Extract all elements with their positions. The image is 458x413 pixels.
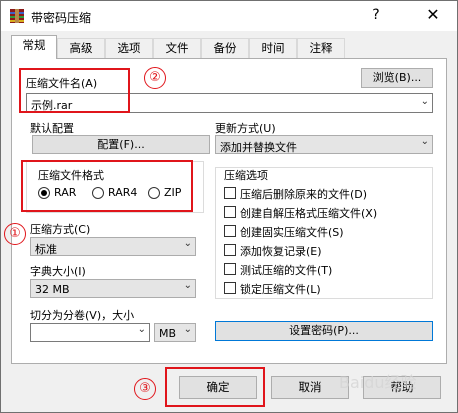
update-mode-value: 添加并替换文件 [220, 141, 297, 154]
cancel-button[interactable]: 取消 [271, 376, 349, 399]
method-value: 标准 [35, 243, 57, 256]
delete-after-checkbox[interactable] [224, 187, 236, 199]
chevron-down-icon[interactable]: ⌄ [421, 136, 429, 147]
annotation-marker-two: ② [144, 67, 166, 89]
set-password-button[interactable]: 设置密码(P)... [215, 321, 433, 341]
browse-button[interactable]: 浏览(B)... [361, 68, 433, 88]
split-unit-value: MB [159, 327, 177, 340]
tab-backup[interactable]: 备份 [201, 38, 249, 58]
split-size-input[interactable]: ⌄ [30, 323, 150, 342]
profiles-button[interactable]: 配置(F)... [32, 135, 210, 154]
tab-comment[interactable]: 注释 [297, 38, 345, 58]
sfx-label: 创建自解压格式压缩文件(X) [240, 207, 378, 220]
split-unit-select[interactable]: MB ⌄ [154, 323, 196, 342]
dict-value: 32 MB [35, 283, 70, 296]
lock-checkbox[interactable] [224, 282, 236, 294]
winrar-app-icon [10, 9, 24, 23]
chevron-down-icon[interactable]: ⌄ [421, 96, 429, 107]
tab-options[interactable]: 选项 [105, 38, 153, 58]
annotation-box-format [21, 160, 193, 212]
dict-label: 字典大小(I) [30, 265, 86, 278]
split-label: 切分为分卷(V)，大小 [30, 309, 135, 322]
tab-time[interactable]: 时间 [249, 38, 297, 58]
annotation-marker-three: ③ [134, 378, 156, 400]
window-title: 带密码压缩 [31, 11, 92, 25]
tab-files[interactable]: 文件 [153, 38, 201, 58]
tab-advanced[interactable]: 高级 [57, 38, 105, 58]
watermark: Baidu经验 [339, 373, 417, 392]
options-label: 压缩选项 [224, 169, 268, 182]
title-bar: 带密码压缩 ? ✕ [1, 1, 457, 31]
dict-select[interactable]: 32 MB ⌄ [30, 279, 196, 298]
method-select[interactable]: 标准 ⌄ [30, 237, 196, 256]
dialog-window: 带密码压缩 ? ✕ 常规 高级 选项 文件 备份 时间 注释 压缩文件名(A) … [0, 0, 458, 413]
delete-after-label: 压缩后删除原来的文件(D) [240, 188, 368, 201]
update-mode-select[interactable]: 添加并替换文件 ⌄ [215, 135, 433, 154]
test-checkbox[interactable] [224, 263, 236, 275]
method-label: 压缩方式(C) [30, 223, 91, 236]
lock-label: 锁定压缩文件(L) [240, 283, 321, 296]
close-icon[interactable]: ✕ [421, 5, 445, 25]
test-label: 测试压缩的文件(T) [240, 264, 333, 277]
tab-general[interactable]: 常规 [11, 35, 57, 59]
solid-checkbox[interactable] [224, 225, 236, 237]
profile-label: 默认配置 [30, 122, 74, 135]
annotation-box-archive-name [19, 68, 130, 113]
solid-label: 创建固实压缩文件(S) [240, 226, 344, 239]
help-icon[interactable]: ? [366, 7, 386, 25]
annotation-marker-one: ① [4, 223, 26, 245]
recovery-checkbox[interactable] [224, 244, 236, 256]
chevron-down-icon[interactable]: ⌄ [184, 238, 192, 249]
chevron-down-icon[interactable]: ⌄ [138, 324, 146, 335]
annotation-box-ok [165, 367, 265, 407]
recovery-label: 添加恢复记录(E) [240, 245, 322, 258]
chevron-down-icon[interactable]: ⌄ [184, 324, 192, 335]
sfx-checkbox[interactable] [224, 206, 236, 218]
update-mode-label: 更新方式(U) [215, 122, 276, 135]
chevron-down-icon[interactable]: ⌄ [184, 280, 192, 291]
